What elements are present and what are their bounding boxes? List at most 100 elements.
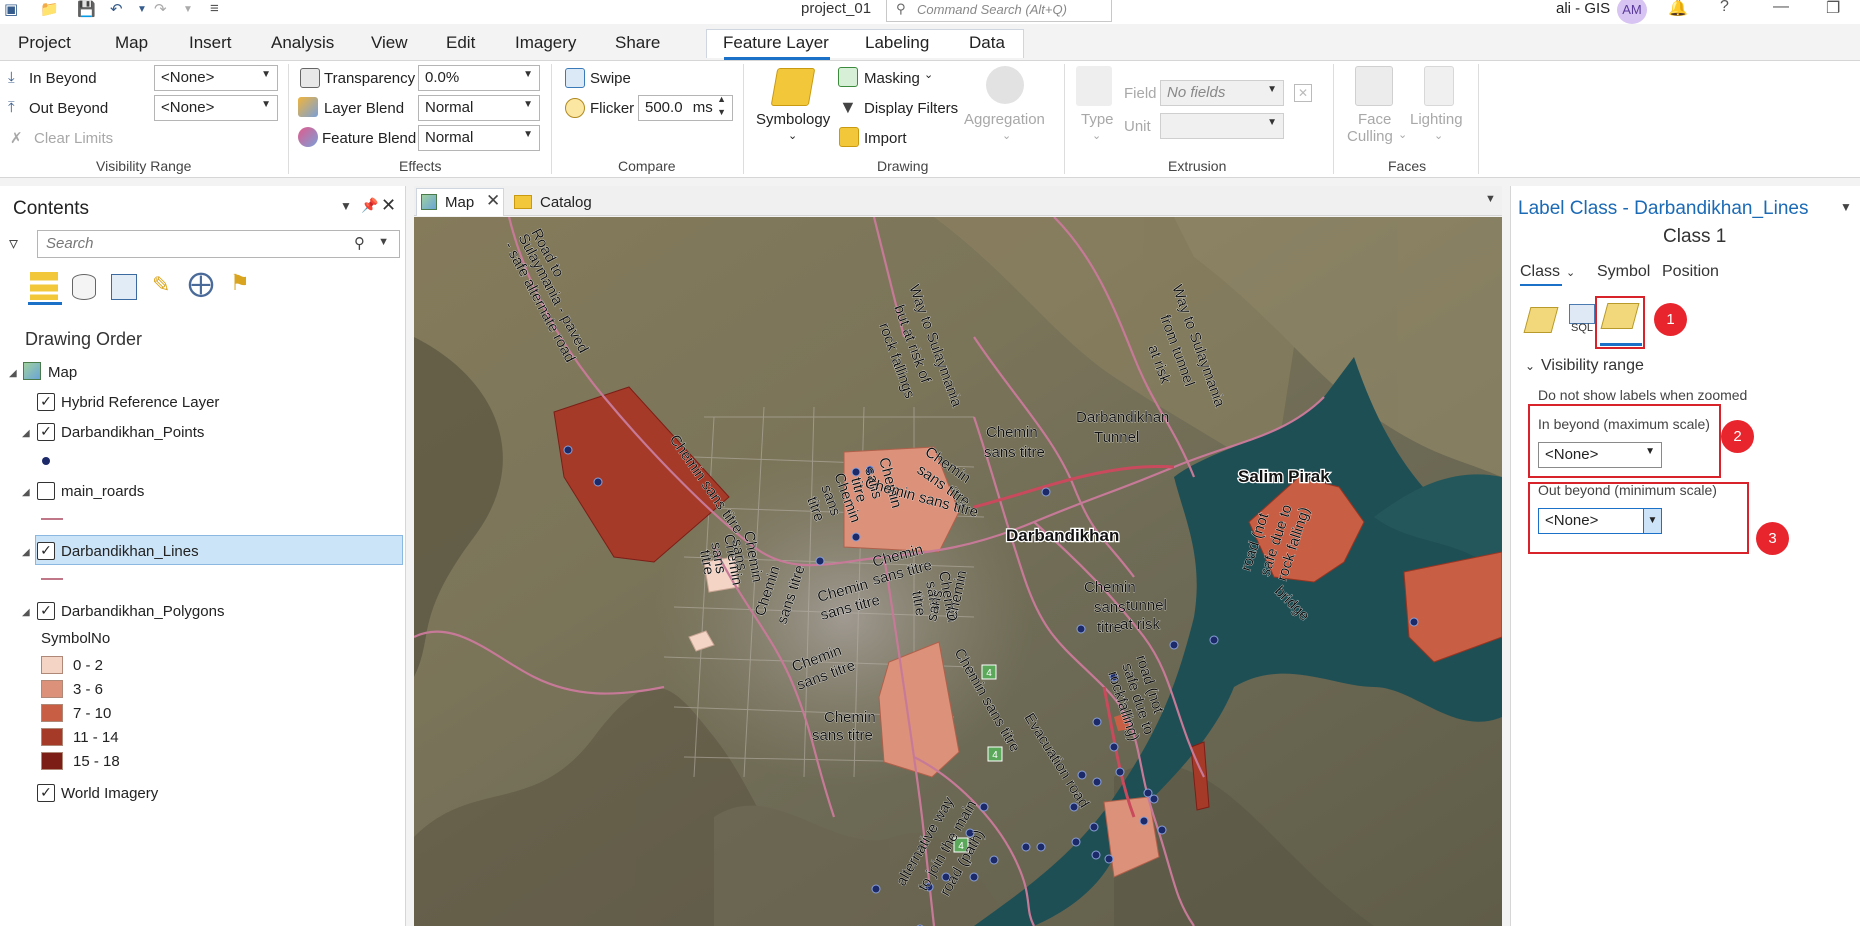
tab-view[interactable]: View — [371, 33, 408, 53]
chevron-down-icon[interactable]: ▼ — [1840, 200, 1852, 214]
chevron-down-icon[interactable]: ⌄ — [788, 129, 797, 142]
expand-points-icon[interactable]: ◢ — [22, 428, 30, 439]
lines-checkbox[interactable]: ✓ — [37, 542, 55, 560]
chevron-down-icon[interactable]: ⌄ — [1566, 266, 1575, 279]
tab-analysis[interactable]: Analysis — [271, 33, 334, 53]
contents-title: Contents — [13, 198, 90, 219]
unit-dropdown[interactable]: ▼ — [1160, 113, 1284, 139]
customize-toolbar-icon[interactable]: ≡ — [210, 0, 219, 17]
tab-labeling[interactable]: Labeling — [865, 33, 929, 53]
clear-field-icon[interactable]: ✕ — [1294, 84, 1312, 102]
command-search-input[interactable]: ⚲ Command Search (Alt+Q) — [886, 0, 1112, 22]
search-icon[interactable]: ⚲ — [354, 234, 365, 252]
extrusion-type-button[interactable]: Type — [1081, 111, 1114, 128]
layer-darbandikhan-polygons[interactable]: Darbandikhan_Polygons — [61, 603, 224, 620]
polygons-checkbox[interactable]: ✓ — [37, 602, 55, 620]
notification-bell-icon[interactable]: 🔔 — [1668, 0, 1688, 18]
tab-imagery[interactable]: Imagery — [515, 33, 576, 53]
display-filters-button[interactable]: Display Filters — [864, 100, 958, 117]
points-checkbox[interactable]: ✓ — [37, 423, 55, 441]
tab-position[interactable]: Position — [1662, 263, 1719, 281]
pin-icon[interactable]: 📌 — [361, 197, 378, 214]
help-icon[interactable]: ? — [1720, 0, 1729, 16]
stepper-up-icon[interactable]: ▲ — [717, 94, 726, 104]
open-folder-icon[interactable]: 📁 — [40, 0, 59, 18]
chevron-down-icon[interactable]: ▼ — [378, 236, 389, 248]
point-symbol-icon — [42, 457, 50, 465]
world-imagery-checkbox[interactable]: ✓ — [37, 784, 55, 802]
list-by-editing-icon[interactable]: ✎ — [152, 272, 170, 298]
undo-dropdown-icon[interactable]: ▼ — [137, 4, 147, 15]
transparency-dropdown[interactable]: 0.0% ▼ — [418, 65, 540, 91]
contents-search-input[interactable]: Search ⚲ ▼ — [37, 230, 400, 258]
out-beyond-dropdown[interactable]: <None> ▼ — [154, 95, 278, 121]
hybrid-reference-checkbox[interactable]: ✓ — [37, 393, 55, 411]
clear-limits-button[interactable]: Clear Limits — [34, 130, 113, 147]
list-by-labeling-icon[interactable]: ⚑ — [230, 270, 250, 296]
catalog-tab-label[interactable]: Catalog — [540, 194, 592, 211]
layer-hybrid-reference[interactable]: Hybrid Reference Layer — [61, 394, 219, 411]
filter-icon: ▼ — [839, 97, 857, 117]
flicker-stepper[interactable]: 500.0 ms ▲ ▼ — [638, 94, 733, 121]
user-name[interactable]: ali - GIS — [1556, 0, 1610, 17]
aggregation-button[interactable]: Aggregation — [964, 111, 1045, 128]
swipe-button[interactable]: Swipe — [590, 70, 631, 87]
tab-share[interactable]: Share — [615, 33, 660, 53]
in-beyond-dropdown[interactable]: <None> ▼ — [154, 65, 278, 91]
tab-symbol[interactable]: Symbol — [1597, 263, 1650, 281]
tab-insert[interactable]: Insert — [189, 33, 232, 53]
import-button[interactable]: Import — [864, 130, 907, 147]
lighting-button[interactable]: Lighting — [1410, 111, 1463, 128]
layer-blend-dropdown[interactable]: Normal ▼ — [418, 95, 540, 121]
stepper-down-icon[interactable]: ▼ — [717, 107, 726, 117]
list-by-selection-icon[interactable] — [111, 274, 137, 300]
tab-project[interactable]: Project — [18, 33, 71, 53]
new-project-icon[interactable]: ▣ — [4, 0, 18, 18]
chevron-down-icon: ▼ — [261, 99, 271, 110]
restore-icon[interactable]: ❐ — [1826, 0, 1840, 18]
list-by-source-icon[interactable] — [72, 274, 96, 300]
filter-icon[interactable]: ▿ — [9, 233, 18, 254]
expand-lines-icon[interactable]: ◢ — [22, 547, 30, 558]
tab-class[interactable]: Class — [1520, 263, 1560, 281]
symbology-button[interactable]: Symbology — [756, 111, 830, 128]
close-icon[interactable]: ✕ — [486, 191, 500, 211]
layer-main-roards[interactable]: main_roards — [61, 483, 144, 500]
save-icon[interactable]: 💾 — [77, 0, 96, 18]
minimize-icon[interactable]: — — [1773, 0, 1789, 16]
map-view-tab-label[interactable]: Map — [445, 194, 474, 211]
chevron-down-icon: ▼ — [1267, 117, 1277, 128]
map-node-label[interactable]: Map — [48, 364, 77, 381]
redo-icon[interactable]: ↷ — [154, 0, 167, 18]
layer-darbandikhan-lines[interactable]: Darbandikhan_Lines — [61, 543, 199, 560]
undo-icon[interactable]: ↶ — [110, 0, 123, 18]
chevron-down-icon[interactable]: ⌄ — [924, 68, 933, 81]
masking-button[interactable]: Masking — [864, 70, 920, 87]
main-roads-checkbox[interactable] — [37, 482, 55, 500]
feature-blend-dropdown[interactable]: Normal ▼ — [418, 125, 540, 151]
section-heading[interactable]: Visibility range — [1541, 357, 1644, 375]
face-culling-button[interactable]: Culling — [1347, 128, 1393, 145]
redo-dropdown-icon[interactable]: ▼ — [183, 4, 193, 15]
expand-roads-icon[interactable]: ◢ — [22, 487, 30, 498]
symbology-icon[interactable] — [770, 68, 816, 106]
tab-edit[interactable]: Edit — [446, 33, 475, 53]
pane-options-chevron-icon[interactable]: ▼ — [340, 199, 352, 213]
list-by-snapping-icon[interactable]: ⨁ — [188, 268, 214, 299]
sql-query-icon[interactable] — [1569, 304, 1595, 324]
chevron-down-icon[interactable]: ▼ — [1485, 193, 1496, 205]
expand-map-icon[interactable]: ◢ — [9, 368, 17, 379]
field-dropdown[interactable]: No fields ▼ — [1160, 80, 1284, 106]
map-canvas[interactable]: 4 4 4 Road to Sulaymania - paved - safe … — [414, 217, 1502, 926]
tab-map[interactable]: Map — [115, 33, 148, 53]
close-icon[interactable]: ✕ — [381, 195, 396, 216]
layer-world-imagery[interactable]: World Imagery — [61, 785, 158, 802]
collapse-icon[interactable]: ⌄ — [1525, 359, 1535, 373]
expand-polygons-icon[interactable]: ◢ — [22, 607, 30, 618]
tab-data[interactable]: Data — [969, 33, 1005, 53]
face-culling-icon — [1355, 66, 1393, 106]
map-view[interactable]: 4 4 4 Road to Sulaymania - paved - safe … — [414, 217, 1502, 926]
list-by-drawing-order-icon[interactable] — [30, 272, 58, 300]
layer-darbandikhan-points[interactable]: Darbandikhan_Points — [61, 424, 204, 441]
tab-feature-layer[interactable]: Feature Layer — [723, 33, 829, 53]
